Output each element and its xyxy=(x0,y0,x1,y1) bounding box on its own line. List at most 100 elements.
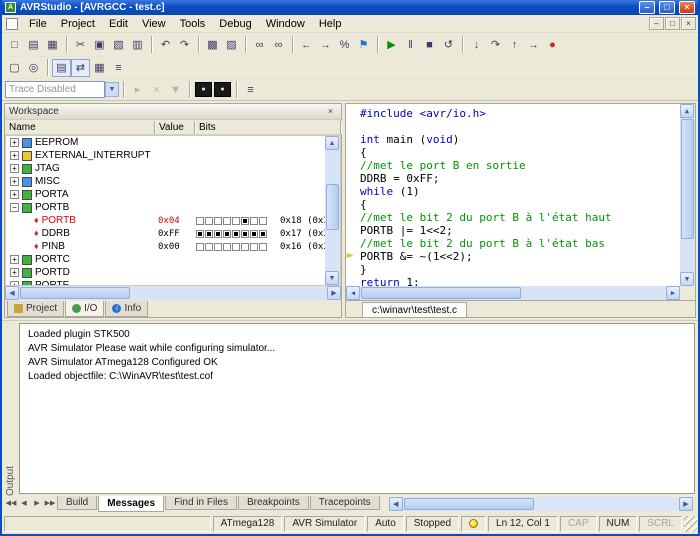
tile-windows-icon[interactable]: ▨ xyxy=(222,36,241,54)
output-messages-panel[interactable]: Loaded plugin STK500AVR Simulator Please… xyxy=(19,323,695,494)
bit-checkbox-0[interactable] xyxy=(259,243,267,251)
copy-icon[interactable]: ▣ xyxy=(90,36,109,54)
bit-checkbox-7[interactable] xyxy=(196,243,204,251)
mdi-restore-button[interactable]: □ xyxy=(665,17,680,30)
undo-icon[interactable]: ↶ xyxy=(156,36,175,54)
bit-checkbox-7[interactable] xyxy=(196,230,204,238)
expand-icon[interactable]: + xyxy=(10,138,19,147)
bit-checkbox-3[interactable] xyxy=(232,217,240,225)
nav-forward-icon[interactable]: → xyxy=(316,36,335,54)
nav-back-icon[interactable]: ← xyxy=(297,36,316,54)
bottom-tab-build[interactable]: Build xyxy=(57,496,97,510)
bit-checkbox-3[interactable] xyxy=(232,243,240,251)
step-out-icon[interactable]: ↑ xyxy=(505,36,524,54)
expand-icon[interactable]: + xyxy=(10,281,19,286)
pause-icon[interactable]: ‖ xyxy=(401,36,420,54)
save-file-icon[interactable]: ▦ xyxy=(43,36,62,54)
tree-group-portb[interactable]: −PORTB xyxy=(6,201,325,214)
bit-checkbox-3[interactable] xyxy=(232,230,240,238)
scrollbar-thumb[interactable] xyxy=(20,287,130,299)
menu-tools[interactable]: Tools xyxy=(173,17,213,31)
scroll-up-icon[interactable]: ▲ xyxy=(325,136,339,150)
paste-icon[interactable]: ▧ xyxy=(109,36,128,54)
scrollbar-thumb[interactable] xyxy=(361,287,521,299)
bit-checkbox-1[interactable] xyxy=(250,230,258,238)
tree-group-external_interrupt[interactable]: +EXTERNAL_INTERRUPT xyxy=(6,149,325,162)
scroll-left-icon[interactable]: ◀ xyxy=(346,286,360,300)
toggle-breakpoint-icon[interactable]: ● xyxy=(543,36,562,54)
workspace-horizontal-scrollbar[interactable]: ◀ ▶ xyxy=(5,286,341,300)
mdi-close-button[interactable]: × xyxy=(681,17,696,30)
trace-clear-icon[interactable]: × xyxy=(147,81,166,99)
scroll-down-icon[interactable]: ▼ xyxy=(680,272,694,286)
workspace-close-icon[interactable]: × xyxy=(324,106,337,118)
scroll-left-icon[interactable]: ◀ xyxy=(5,286,19,300)
menu-project[interactable]: Project xyxy=(54,17,102,31)
scrollbar-thumb[interactable] xyxy=(681,119,694,239)
expand-icon[interactable]: + xyxy=(10,177,19,186)
run-to-cursor-icon[interactable]: → xyxy=(524,36,543,54)
reset-icon[interactable]: ↺ xyxy=(439,36,458,54)
bit-checkbox-2[interactable] xyxy=(241,243,249,251)
close-button[interactable]: × xyxy=(679,1,695,14)
bit-checkbox-0[interactable] xyxy=(259,230,267,238)
workspace-tab-io[interactable]: I/O xyxy=(65,301,104,317)
find-in-files-icon[interactable]: ∞ xyxy=(269,36,288,54)
tree-group-porta[interactable]: +PORTA xyxy=(6,188,325,201)
scrollbar-thumb[interactable] xyxy=(326,184,339,230)
bit-checkbox-2[interactable] xyxy=(241,217,249,225)
restore-button[interactable]: □ xyxy=(659,1,675,14)
expand-icon[interactable]: + xyxy=(10,190,19,199)
output-vertical-label[interactable]: Output xyxy=(5,327,16,496)
bit-checkbox-5[interactable] xyxy=(214,217,222,225)
expand-icon[interactable]: + xyxy=(10,255,19,264)
tree-group-misc[interactable]: +MISC xyxy=(6,175,325,188)
minimize-button[interactable]: – xyxy=(639,1,655,14)
bit-checkbox-2[interactable] xyxy=(241,230,249,238)
bottom-horizontal-scrollbar[interactable]: ◀ ▶ xyxy=(389,497,693,511)
scroll-right-icon[interactable]: ▶ xyxy=(327,286,341,300)
bit-checkbox-5[interactable] xyxy=(214,243,222,251)
memory-window-icon[interactable]: ▤ xyxy=(52,59,71,77)
scrollbar-thumb[interactable] xyxy=(404,498,534,510)
menu-file[interactable]: File xyxy=(22,17,54,31)
scroll-down-icon[interactable]: ▼ xyxy=(325,271,339,285)
trace-combobox-dropdown-icon[interactable]: ▼ xyxy=(105,82,119,97)
tree-group-porte[interactable]: +PORTE xyxy=(6,279,325,286)
register-row-portb[interactable]: ♦PORTB0x040x18 (0x38) xyxy=(6,214,325,227)
tree-group-portd[interactable]: +PORTD xyxy=(6,266,325,279)
collapse-icon[interactable]: − xyxy=(10,203,19,212)
scroll-right-icon[interactable]: ▶ xyxy=(679,497,693,511)
print-icon[interactable]: ▥ xyxy=(128,36,147,54)
menu-help[interactable]: Help xyxy=(312,17,349,31)
tab-scroll-left-icon[interactable]: ◀ xyxy=(18,496,30,510)
workspace-header[interactable]: Workspace × xyxy=(5,104,341,120)
io-window-icon[interactable]: ⇄ xyxy=(71,59,90,77)
zoom-icon[interactable]: % xyxy=(335,36,354,54)
workspace-tab-info[interactable]: iInfo xyxy=(105,301,148,317)
bit-checkbox-0[interactable] xyxy=(259,217,267,225)
bit-checkbox-7[interactable] xyxy=(196,217,204,225)
bit-checkbox-6[interactable] xyxy=(205,217,213,225)
cascade-windows-icon[interactable]: ▩ xyxy=(203,36,222,54)
bit-checkbox-1[interactable] xyxy=(250,217,258,225)
bit-checkbox-4[interactable] xyxy=(223,243,231,251)
menu-edit[interactable]: Edit xyxy=(102,17,135,31)
new-file-icon[interactable]: □ xyxy=(5,36,24,54)
bottom-tab-find-in-files[interactable]: Find in Files xyxy=(165,496,237,510)
bottom-tab-breakpoints[interactable]: Breakpoints xyxy=(238,496,309,510)
scroll-up-icon[interactable]: ▲ xyxy=(680,104,694,118)
menu-debug[interactable]: Debug xyxy=(212,17,258,31)
tab-scroll-right-icon[interactable]: ▶ xyxy=(31,496,43,510)
expand-icon[interactable]: + xyxy=(10,164,19,173)
device-button-2[interactable]: ● xyxy=(214,82,231,97)
bit-checkbox-5[interactable] xyxy=(214,230,222,238)
column-header-bits[interactable]: Bits xyxy=(195,121,341,134)
scroll-left-icon[interactable]: ◀ xyxy=(389,497,403,511)
find-icon[interactable]: ∞ xyxy=(250,36,269,54)
editor-tab-test-c[interactable]: c:\winavr\test\test.c xyxy=(362,302,467,317)
editor-vertical-scrollbar[interactable]: ▲ ▼ xyxy=(680,104,695,286)
toggle-bookmark-icon[interactable]: ⚑ xyxy=(354,36,373,54)
open-file-icon[interactable]: ▤ xyxy=(24,36,43,54)
bottom-tab-tracepoints[interactable]: Tracepoints xyxy=(310,496,380,510)
